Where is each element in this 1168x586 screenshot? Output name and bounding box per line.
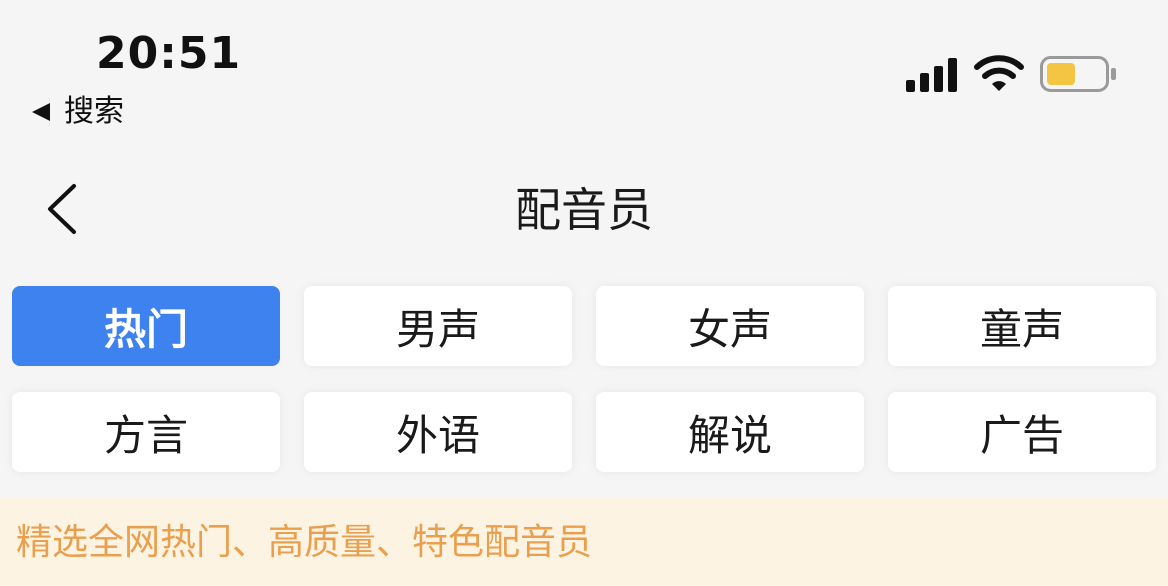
cellular-signal-icon xyxy=(906,58,957,92)
tip-text: 精选全网热门、高质量、特色配音员 xyxy=(16,522,593,563)
category-tab-female[interactable]: 女声 xyxy=(596,286,864,366)
category-tab-male[interactable]: 男声 xyxy=(304,286,572,366)
category-tab-child[interactable]: 童声 xyxy=(888,286,1156,366)
category-tab-dialect[interactable]: 方言 xyxy=(12,392,280,472)
page-title: 配音员 xyxy=(515,183,653,237)
category-tab-narration[interactable]: 解说 xyxy=(596,392,864,472)
status-time: 20:51 xyxy=(96,28,242,79)
category-tab-advertising[interactable]: 广告 xyxy=(888,392,1156,472)
battery-icon xyxy=(1040,56,1116,92)
category-tab-hot[interactable]: 热门 xyxy=(12,286,280,366)
back-to-app-label: 搜索 xyxy=(64,94,124,129)
tip-banner: 精选全网热门、高质量、特色配音员 xyxy=(0,498,1168,586)
wifi-icon xyxy=(974,55,1024,91)
back-to-app-link[interactable]: 搜索 xyxy=(32,92,124,132)
category-tab-foreign[interactable]: 外语 xyxy=(304,392,572,472)
category-grid: 热门 男声 女声 童声 方言 外语 解说 广告 xyxy=(12,286,1158,472)
back-triangle-icon xyxy=(32,103,50,121)
